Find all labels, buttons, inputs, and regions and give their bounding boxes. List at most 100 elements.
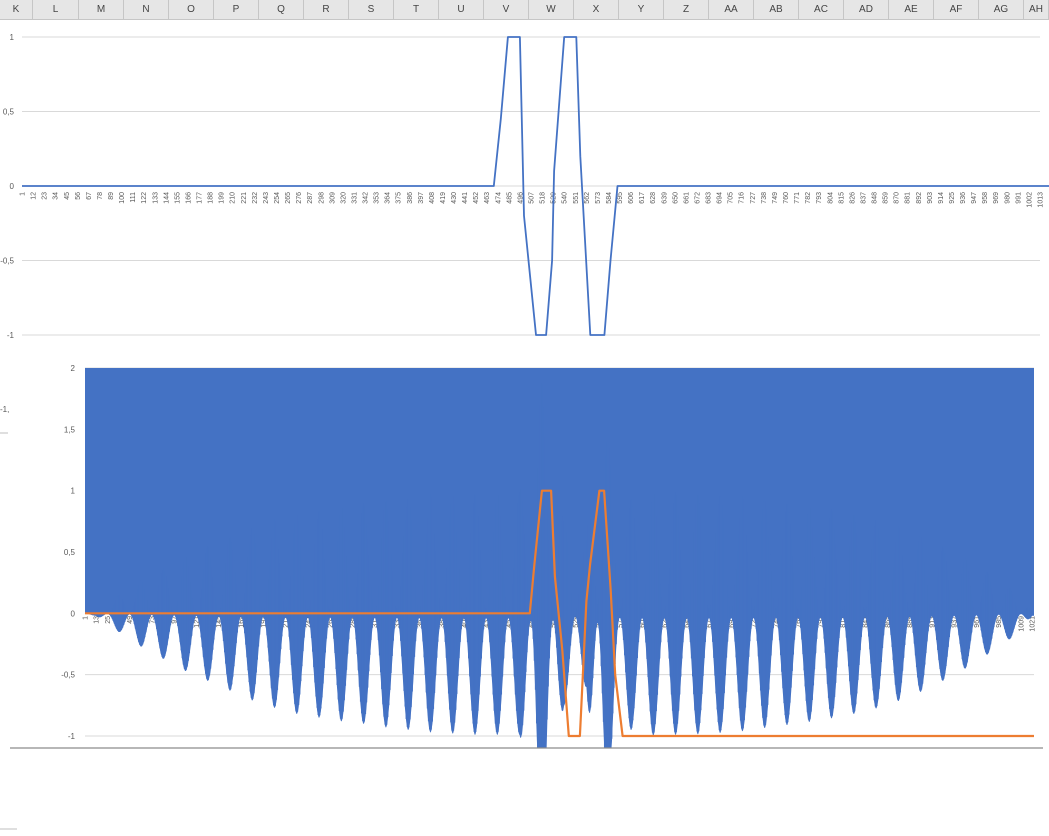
x-tick-label: 1 <box>20 192 27 196</box>
x-tick-label: 452 <box>473 192 480 204</box>
x-tick-label: 749 <box>772 192 779 204</box>
x-tick-label: 815 <box>838 192 845 204</box>
column-header-w[interactable]: W <box>529 0 574 20</box>
x-tick-label: 397 <box>418 192 425 204</box>
column-header-s[interactable]: S <box>349 0 394 20</box>
column-header-ag[interactable]: AG <box>979 0 1024 20</box>
x-tick-label: 969 <box>993 192 1000 204</box>
column-header-ac[interactable]: AC <box>799 0 844 20</box>
x-tick-label: 562 <box>584 192 591 204</box>
x-tick-label: 419 <box>440 192 447 204</box>
x-tick-label: 276 <box>296 192 303 204</box>
column-header-ad[interactable]: AD <box>844 0 889 20</box>
x-tick-label: 540 <box>562 192 569 204</box>
column-header-z[interactable]: Z <box>664 0 709 20</box>
x-tick-label: 650 <box>672 192 679 204</box>
y-tick-label: 2 <box>71 364 76 373</box>
column-header-ah[interactable]: AH <box>1024 0 1049 20</box>
column-header-m[interactable]: M <box>79 0 124 20</box>
x-tick-label: 859 <box>883 192 890 204</box>
x-tick-label: 364 <box>385 192 392 204</box>
charts-svg: 10,50-0,5-11 12 23 34 45 56 67 78 89 100 111 122 133… <box>0 33 1049 830</box>
x-tick-label: 694 <box>717 192 724 204</box>
worksheet-area: 1 0,5 0 -0,5 -1 1 12 23 34 45 56 67 78 89 100 111 122 133… <box>0 20 1049 831</box>
x-tick-label: 804 <box>827 192 834 204</box>
x-tick-label: 122 <box>141 192 148 204</box>
x-tick-label: 837 <box>860 192 867 204</box>
column-header-af[interactable]: AF <box>934 0 979 20</box>
y-tick-label: 1 <box>10 33 15 42</box>
x-tick-label: 331 <box>351 192 358 204</box>
x-tick-label: 672 <box>694 192 701 204</box>
x-tick-label: 705 <box>728 192 735 204</box>
column-header-aa[interactable]: AA <box>709 0 754 20</box>
x-tick-label: 1021 <box>1030 616 1037 632</box>
x-tick-label: 980 <box>1004 192 1011 204</box>
x-tick-label: 25 <box>105 616 112 624</box>
x-tick-label: 738 <box>761 192 768 204</box>
column-header-t[interactable]: T <box>394 0 439 20</box>
x-tick-label: 133 <box>152 192 159 204</box>
x-tick-label: 584 <box>606 192 613 204</box>
column-header-r[interactable]: R <box>304 0 349 20</box>
y-tick-label: 1,5 <box>64 425 76 434</box>
column-header-u[interactable]: U <box>439 0 484 20</box>
x-tick-label: 430 <box>451 192 458 204</box>
column-header-ae[interactable]: AE <box>889 0 934 20</box>
column-header-l[interactable]: L <box>33 0 79 20</box>
x-tick-label: 320 <box>340 192 347 204</box>
x-tick-label: 958 <box>982 192 989 204</box>
x-tick-label: 287 <box>307 192 314 204</box>
x-tick-label: 848 <box>872 192 879 204</box>
x-tick-label: 1 <box>83 616 90 620</box>
column-header-x[interactable]: X <box>574 0 619 20</box>
x-tick-label: 639 <box>661 192 668 204</box>
x-tick-label: 881 <box>905 192 912 204</box>
x-tick-label: 892 <box>916 192 923 204</box>
x-tick-label: 617 <box>639 192 646 204</box>
x-tick-label: 683 <box>706 192 713 204</box>
x-tick-label: 155 <box>174 192 181 204</box>
x-tick-label: 925 <box>949 192 956 204</box>
x-tick-label: 991 <box>1015 192 1022 204</box>
x-tick-label: 298 <box>318 192 325 204</box>
x-tick-label: 1013 <box>1038 192 1045 208</box>
x-tick-label: 243 <box>263 192 270 204</box>
column-header-v[interactable]: V <box>484 0 529 20</box>
x-tick-label: 375 <box>396 192 403 204</box>
column-header-p[interactable]: P <box>214 0 259 20</box>
x-tick-label: 144 <box>163 192 170 204</box>
y-tick-label: 1 <box>71 487 76 496</box>
column-header-o[interactable]: O <box>169 0 214 20</box>
x-tick-label: 12 <box>31 192 38 200</box>
column-header-y[interactable]: Y <box>619 0 664 20</box>
x-tick-label: 408 <box>429 192 436 204</box>
x-tick-label: 782 <box>805 192 812 204</box>
x-tick-label: 947 <box>971 192 978 204</box>
x-tick-label: 727 <box>750 192 757 204</box>
y-tick-label: -1 <box>68 732 76 741</box>
column-header-ab[interactable]: AB <box>754 0 799 20</box>
column-header-k[interactable]: K <box>0 0 33 20</box>
x-tick-label: 826 <box>849 192 856 204</box>
x-tick-label: 166 <box>185 192 192 204</box>
x-tick-label: 485 <box>506 192 513 204</box>
x-tick-label: 353 <box>374 192 381 204</box>
x-tick-label: 771 <box>794 192 801 204</box>
x-tick-label: 386 <box>407 192 414 204</box>
y-tick-label: 0 <box>71 609 76 618</box>
stray-cell-text: -1, <box>0 405 9 414</box>
x-tick-label: 188 <box>208 192 215 204</box>
x-tick-label: 309 <box>329 192 336 204</box>
y-tick-label: -0,5 <box>61 671 75 680</box>
chart-2[interactable]: 21,510,50-0,5-11132537496173859710912113… <box>61 364 1037 748</box>
y-tick-label: -0,5 <box>0 257 14 266</box>
column-header-q[interactable]: Q <box>259 0 304 20</box>
x-tick-label: 661 <box>683 192 690 204</box>
x-tick-label: 56 <box>75 192 82 200</box>
y-tick-label: -1 <box>7 331 15 340</box>
column-header-n[interactable]: N <box>124 0 169 20</box>
chart-1[interactable]: 1 0,5 0 -0,5 -1 1 12 23 34 45 56 67 78 89 100 111 122 133… <box>0 33 1049 340</box>
x-tick-label: 474 <box>495 192 502 204</box>
y-tick-label: 0 <box>10 182 15 191</box>
